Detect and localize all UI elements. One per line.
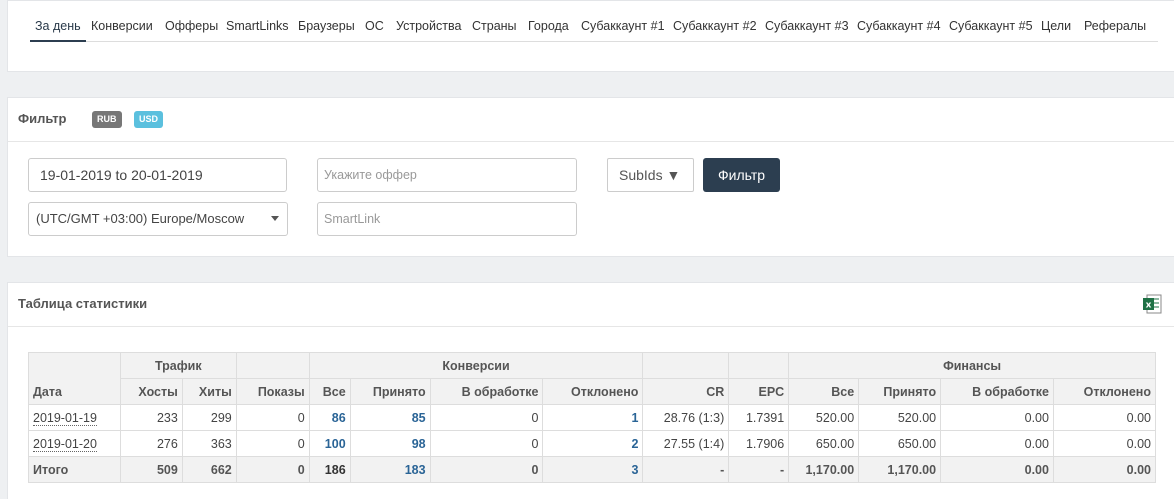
col-fin-all[interactable]: Все <box>788 378 860 405</box>
group-finance: Финансы <box>788 352 1156 379</box>
tab-subaccount-4[interactable]: Субаккаунт #4 <box>852 10 946 42</box>
group-traffic: Трафик <box>119 352 237 379</box>
col-impressions[interactable]: Показы <box>235 378 310 405</box>
stats-tabs-panel: За день Конверсии Офферы SmartLinks Брау… <box>7 0 1174 72</box>
filter-title: Фильтр <box>18 111 67 126</box>
timezone-select[interactable]: (UTC/GMT +03:00) Europe/Moscow <box>28 202 288 236</box>
tab-subaccount-3[interactable]: Субаккаунт #3 <box>760 10 854 42</box>
tab-smartlinks[interactable]: SmartLinks <box>221 10 294 42</box>
total-cell: 0 <box>429 456 544 483</box>
total-cell: 1,170.00 <box>788 456 860 483</box>
total-label: Итого <box>28 456 121 483</box>
conv-rejected-link[interactable]: 2 <box>542 430 644 457</box>
svg-text:x: x <box>1146 301 1152 311</box>
col-conv-rejected[interactable]: Отклонено <box>542 378 644 405</box>
tab-referrals[interactable]: Рефералы <box>1079 10 1151 42</box>
stats-panel: Таблица статистики x Дата Трафик Конверс… <box>7 282 1174 499</box>
currency-usd-badge[interactable]: USD <box>134 111 164 128</box>
tab-cities[interactable]: Города <box>523 10 574 42</box>
total-cell: - <box>642 456 730 483</box>
table-cell: 0 <box>429 430 544 457</box>
stats-title: Таблица статистики <box>18 296 148 311</box>
table-cell: 27.55 (1:4) <box>642 430 730 457</box>
total-cell: 0.00 <box>940 456 1054 483</box>
table-cell: 1.7391 <box>728 404 790 431</box>
table-cell: 299 <box>181 404 237 431</box>
table-cell: 520.00 <box>788 404 860 431</box>
col-fin-rejected[interactable]: Отклонено <box>1052 378 1157 405</box>
caret-down-icon <box>271 216 279 221</box>
col-hosts[interactable]: Хосты <box>119 378 183 405</box>
stats-table: Дата Трафик Конверсии Финансы Хосты Хиты… <box>28 352 1157 483</box>
conv-accepted-link[interactable]: 98 <box>349 430 431 457</box>
tab-browsers[interactable]: Браузеры <box>293 10 360 42</box>
group-conversions: Конверсии <box>308 352 644 379</box>
col-fin-pending[interactable]: В обработке <box>940 378 1054 405</box>
offer-input[interactable]: Укажите оффер <box>317 158 577 192</box>
date-link[interactable]: 2019-01-20 <box>33 436 97 452</box>
col-conv-pending[interactable]: В обработке <box>429 378 544 405</box>
col-epc[interactable]: EPC <box>728 378 790 405</box>
table-cell: 0.00 <box>1052 430 1157 457</box>
col-fin-accepted[interactable]: Принято <box>858 378 942 405</box>
conv-all-link[interactable]: 86 <box>308 404 351 431</box>
total-cell: 186 <box>308 456 351 483</box>
table-cell: 0.00 <box>940 404 1054 431</box>
table-cell: 0 <box>235 404 310 431</box>
date-link[interactable]: 2019-01-19 <box>33 410 97 426</box>
col-conv-all[interactable]: Все <box>308 378 351 405</box>
col-hits[interactable]: Хиты <box>181 378 237 405</box>
table-row: 2019-01-20 276 363 0 100 98 0 2 27.55 (1… <box>28 430 1157 457</box>
table-cell: 28.76 (1:3) <box>642 404 730 431</box>
excel-export-icon[interactable]: x <box>1142 294 1162 314</box>
tab-conversions[interactable]: Конверсии <box>86 10 158 42</box>
table-cell: 363 <box>181 430 237 457</box>
col-cr[interactable]: CR <box>642 378 730 405</box>
currency-rub-badge[interactable]: RUB <box>92 111 122 128</box>
col-date: Дата <box>28 352 121 405</box>
total-cell: 0 <box>235 456 310 483</box>
table-cell: 0 <box>235 430 310 457</box>
tab-by-day[interactable]: За день <box>30 10 86 42</box>
smartlink-input[interactable]: SmartLink <box>317 202 577 236</box>
subids-dropdown-button[interactable]: SubIds ▼ <box>607 158 694 192</box>
total-cell: 1,170.00 <box>858 456 942 483</box>
total-cell: - <box>728 456 790 483</box>
tab-subaccount-1[interactable]: Субаккаунт #1 <box>576 10 670 42</box>
date-range-input[interactable]: 19-01-2019 to 20-01-2019 <box>28 158 287 192</box>
table-cell: 0.00 <box>1052 404 1157 431</box>
conv-rejected-link[interactable]: 1 <box>542 404 644 431</box>
filter-panel: Фильтр RUB USD 19-01-2019 to 20-01-2019 … <box>7 97 1174 257</box>
total-row: Итого 509 662 0 186 183 0 3 - - 1,170.00… <box>28 456 1157 483</box>
table-cell: 650.00 <box>858 430 942 457</box>
table-row: 2019-01-19 233 299 0 86 85 0 1 28.76 (1:… <box>28 404 1157 431</box>
tabs-bar: За день Конверсии Офферы SmartLinks Брау… <box>30 10 1158 42</box>
tab-devices[interactable]: Устройства <box>391 10 466 42</box>
timezone-value: (UTC/GMT +03:00) Europe/Moscow <box>36 211 245 226</box>
table-cell: 276 <box>119 430 183 457</box>
table-cell: 0 <box>429 404 544 431</box>
tab-goals[interactable]: Цели <box>1036 10 1076 42</box>
table-cell: 650.00 <box>788 430 860 457</box>
stats-header: Таблица статистики x <box>8 283 1174 327</box>
col-conv-accepted[interactable]: Принято <box>349 378 431 405</box>
table-cell: 520.00 <box>858 404 942 431</box>
total-cell: 662 <box>181 456 237 483</box>
tab-subaccount-2[interactable]: Субаккаунт #2 <box>668 10 762 42</box>
total-cell: 509 <box>119 456 183 483</box>
table-cell: 1.7906 <box>728 430 790 457</box>
tab-countries[interactable]: Страны <box>467 10 522 42</box>
total-accepted-link[interactable]: 183 <box>349 456 431 483</box>
conv-accepted-link[interactable]: 85 <box>349 404 431 431</box>
tab-offers[interactable]: Офферы <box>160 10 223 42</box>
conv-all-link[interactable]: 100 <box>308 430 351 457</box>
filter-header: Фильтр RUB USD <box>8 98 1174 142</box>
total-cell: 0.00 <box>1052 456 1157 483</box>
tab-subaccount-5[interactable]: Субаккаунт #5 <box>944 10 1038 42</box>
tab-os[interactable]: ОС <box>360 10 389 42</box>
table-cell: 0.00 <box>940 430 1054 457</box>
filter-submit-button[interactable]: Фильтр <box>703 158 780 192</box>
total-rejected-link[interactable]: 3 <box>542 456 644 483</box>
table-cell: 233 <box>119 404 183 431</box>
